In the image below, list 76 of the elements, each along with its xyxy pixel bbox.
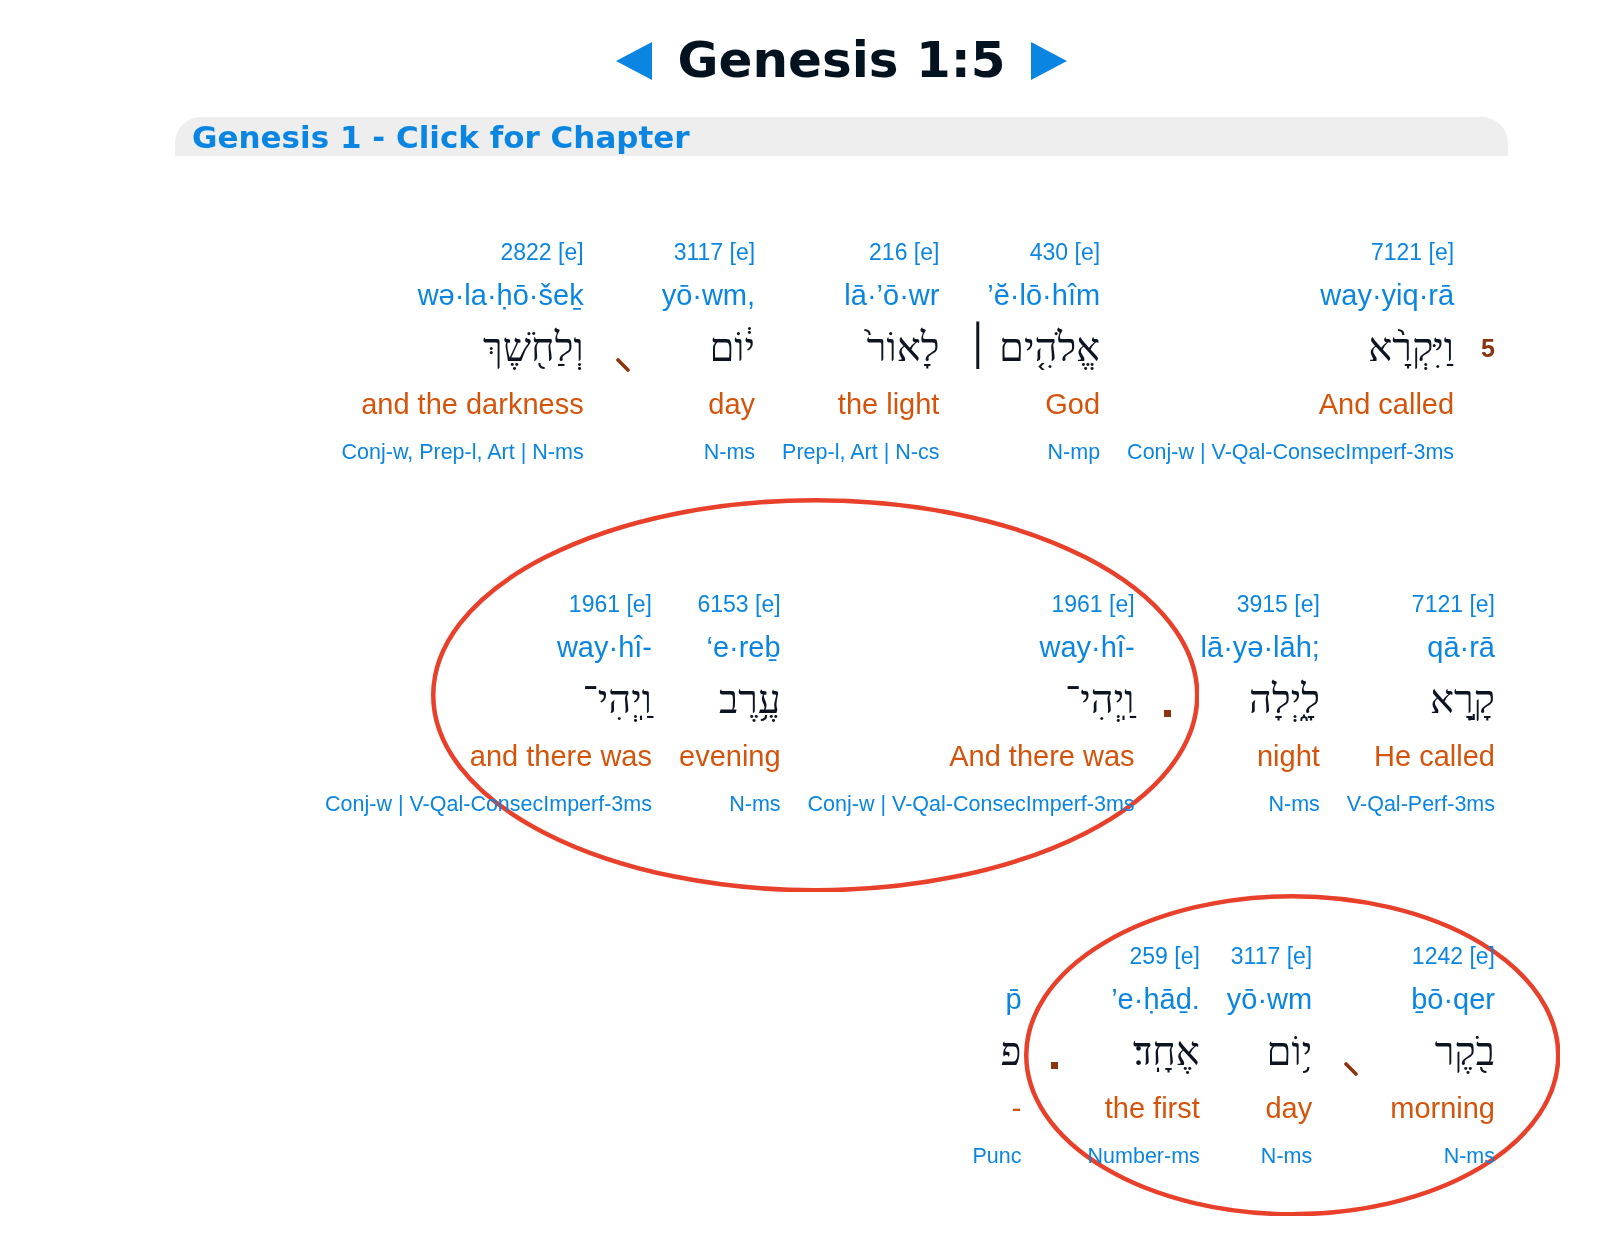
- parsing-link[interactable]: V-Qal-Perf-3ms: [1346, 791, 1495, 817]
- transliteration: p̄: [1005, 983, 1022, 1017]
- english-gloss: morning: [1390, 1092, 1495, 1126]
- hebrew-word: י֥וֹם: [1266, 1029, 1313, 1075]
- transliteration: lā·’ō·wr: [844, 279, 940, 313]
- strongs-number-link[interactable]: 1961 [e]: [568, 590, 652, 618]
- strongs-number-link[interactable]: 3117 [e]: [673, 238, 756, 266]
- english-gloss: -: [1011, 1092, 1022, 1126]
- hebrew-word: לָ֑יְלָה: [1248, 677, 1320, 723]
- english-gloss: And called: [1318, 388, 1455, 422]
- strongs-number-link[interactable]: 259 [e]: [1129, 942, 1200, 970]
- transliteration: ‘e·reḇ: [706, 631, 781, 665]
- english-gloss: And there was: [949, 740, 1135, 774]
- hebrew-word: פ: [1000, 1029, 1022, 1075]
- parsing-link[interactable]: Conj-w | V-Qal-ConsecImperf-3ms: [807, 791, 1135, 817]
- parsing-link[interactable]: N-ms: [1443, 1143, 1495, 1169]
- chapter-link[interactable]: Genesis 1 - Click for Chapter: [192, 120, 690, 155]
- transliteration: lā·yə·lāh;: [1200, 631, 1320, 665]
- english-gloss: and there was: [469, 740, 652, 774]
- verse-title: Genesis 1:5: [677, 32, 1006, 90]
- english-gloss: the light: [837, 388, 940, 422]
- period-mark-icon: [1164, 710, 1172, 717]
- hebrew-word: אֶחָֽד׃: [1132, 1029, 1200, 1075]
- parsing-link[interactable]: N-ms: [1260, 1143, 1313, 1169]
- right-triangle-icon[interactable]: [1030, 42, 1067, 80]
- parsing-link[interactable]: N-ms: [729, 791, 781, 817]
- transliteration: yō·wm: [1226, 983, 1313, 1017]
- hebrew-word: וַֽיְהִי־: [582, 677, 652, 723]
- strongs-number-link[interactable]: 3915 [e]: [1236, 590, 1320, 618]
- strongs-number-link[interactable]: 7121 [e]: [1411, 590, 1495, 618]
- transliteration: way·hî-: [556, 631, 652, 665]
- comma-mark-icon: [1344, 1062, 1359, 1076]
- strongs-number-link[interactable]: 3117 [e]: [1230, 942, 1313, 970]
- english-gloss: He called: [1374, 740, 1495, 774]
- hebrew-word: וַיִּקְרָ֨א: [1368, 325, 1455, 371]
- strongs-number-link[interactable]: 2822 [e]: [500, 238, 584, 266]
- english-gloss: God: [1045, 388, 1101, 422]
- hebrew-word: קָ֣רָא: [1429, 677, 1495, 723]
- transliteration: ḇō·qer: [1411, 983, 1495, 1017]
- transliteration: way·hî-: [1039, 631, 1135, 665]
- transliteration: qā·rā: [1427, 631, 1495, 665]
- english-gloss: day: [708, 388, 756, 422]
- english-gloss: the first: [1104, 1092, 1200, 1126]
- strongs-number-link[interactable]: 1242 [e]: [1411, 942, 1495, 970]
- parsing-link[interactable]: Punc: [972, 1143, 1022, 1169]
- parsing-link[interactable]: Conj-w, Prep-l, Art | N-ms: [341, 439, 584, 465]
- transliteration: way·yiq·rā: [1320, 279, 1455, 313]
- period-mark-icon: [1051, 1062, 1059, 1069]
- verse-number: 5: [1481, 333, 1495, 363]
- strongs-number-link[interactable]: 430 [e]: [1029, 238, 1101, 266]
- parsing-link[interactable]: N-ms: [1268, 791, 1320, 817]
- hebrew-word: לָאוֹר֙: [866, 325, 940, 371]
- english-gloss: evening: [679, 740, 781, 774]
- transliteration: yō·wm,: [661, 279, 756, 313]
- transliteration: ’ĕ·lō·hîm: [987, 279, 1101, 313]
- transliteration: wə·la·ḥō·šeḵ: [417, 279, 584, 313]
- strongs-number-link[interactable]: 216 [e]: [869, 238, 940, 266]
- hebrew-word: וַֽיְהִי־: [1065, 677, 1135, 723]
- comma-mark-icon: [615, 358, 630, 372]
- transliteration: ’e·ḥāḏ.: [1111, 983, 1200, 1017]
- parsing-link[interactable]: Conj-w | V-Qal-ConsecImperf-3ms: [1127, 439, 1455, 465]
- hebrew-word: י֔וֹם: [709, 325, 756, 371]
- strongs-number-link[interactable]: 1961 [e]: [1051, 590, 1135, 618]
- parsing-link[interactable]: N-mp: [1047, 439, 1101, 465]
- english-gloss: day: [1265, 1092, 1313, 1126]
- hebrew-word: בֹ֖קֶר: [1434, 1029, 1495, 1075]
- left-triangle-icon[interactable]: [616, 42, 653, 80]
- parsing-link[interactable]: N-ms: [703, 439, 756, 465]
- parsing-link[interactable]: Prep-l, Art | N-cs: [782, 439, 940, 465]
- english-gloss: and the darkness: [361, 388, 584, 422]
- english-gloss: night: [1256, 740, 1320, 774]
- strongs-number-link[interactable]: 7121 [e]: [1370, 238, 1455, 266]
- strongs-number-link[interactable]: 6153 [e]: [697, 590, 781, 618]
- parsing-link[interactable]: Number-ms: [1087, 1143, 1200, 1169]
- hebrew-word: וְלַחֹ֖שֶׁךְ: [483, 325, 584, 371]
- hebrew-word: עֶ֥רֶב: [719, 677, 781, 723]
